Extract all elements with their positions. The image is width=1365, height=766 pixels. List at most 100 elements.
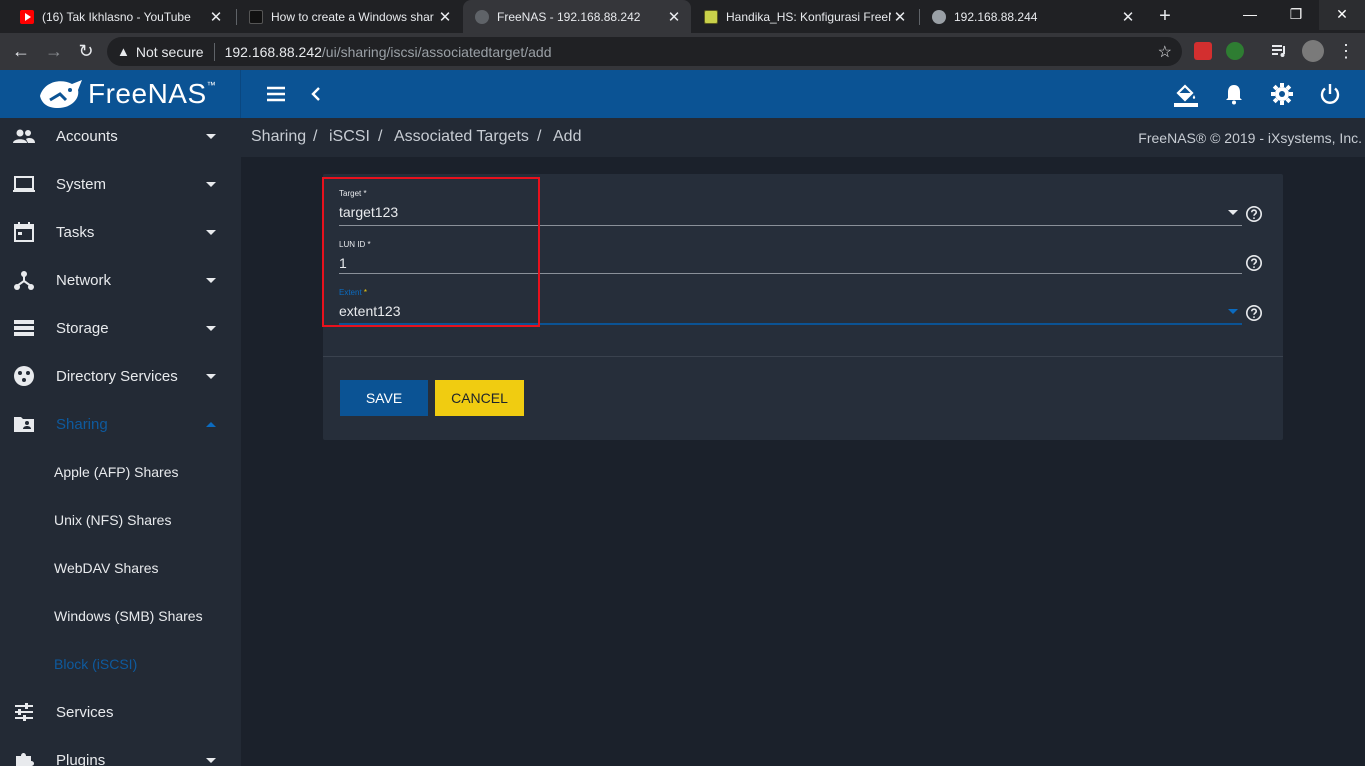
folder-shared-icon [14,417,34,432]
browser-tab-freenas[interactable]: FreeNAS - 192.168.88.242 ✕ [463,0,691,33]
tab-title: (16) Tak Ikhlasno - YouTube [42,9,191,24]
freenas-icon [475,9,489,24]
sidebar-subitem-smb[interactable]: Windows (SMB) Shares [54,608,203,624]
sidebar-item-label: Sharing [56,415,108,433]
breadcrumb: Sharing / iSCSI / Associated Targets / A… [241,118,1365,157]
tab-title: Handika_HS: Konfigurasi FreeN [726,9,891,24]
address-bar[interactable]: ▲ Not secure 192.168.88.242 /ui/sharing/… [107,37,1182,66]
warning-icon[interactable]: ▲ [117,44,130,59]
browser-tab-244[interactable]: 192.168.88.244 ✕ [920,0,1145,33]
save-button[interactable]: SAVE [340,380,428,416]
close-icon[interactable]: ✕ [665,8,683,26]
security-label[interactable]: Not secure [136,44,204,60]
chevron-down-icon [206,133,216,139]
bell-icon[interactable] [1222,82,1246,106]
close-icon[interactable]: ✕ [207,8,225,26]
back-button[interactable]: ← [9,40,33,64]
media-control-icon[interactable] [1270,42,1288,60]
sidebar-item-label: System [56,175,107,193]
freenas-logo[interactable]: FreeNAS ™ [0,70,241,118]
form-divider [323,356,1283,357]
sidebar-item-storage[interactable]: Storage [0,304,241,352]
theme-paint-icon[interactable] [1173,82,1198,107]
browser-tab-howto[interactable]: How to create a Windows shar ✕ [237,0,462,33]
close-icon[interactable]: ✕ [436,8,454,26]
chevron-down-icon [206,229,216,235]
sidebar-item-accounts[interactable]: Accounts [0,118,241,160]
sidebar-item-sharing[interactable]: Sharing [0,400,241,448]
laptop-icon [13,176,35,192]
logo-trademark: ™ [206,80,216,90]
help-icon[interactable] [1245,254,1263,272]
close-icon[interactable]: ✕ [1119,8,1137,26]
people-icon [13,129,35,143]
browser-tab-youtube[interactable]: (16) Tak Ikhlasno - YouTube ✕ [8,0,233,33]
globe-icon [932,9,946,24]
new-tab-button[interactable]: + [1153,5,1177,29]
sidebar-item-label: Services [56,703,114,721]
breadcrumb-sharing[interactable]: Sharing [251,128,306,146]
breadcrumb-separator: / [537,128,542,145]
extension-icon[interactable] [1226,42,1244,60]
video-thumbnail-icon [249,9,263,24]
close-icon[interactable]: ✕ [891,8,909,26]
chevron-down-icon [1228,210,1238,215]
logo-text: FreeNAS [88,78,207,109]
sidebar-item-label: Network [56,271,112,289]
chevron-down-icon [1228,309,1238,314]
sidebar-subitem-nfs[interactable]: Unix (NFS) Shares [54,512,171,528]
sidebar-item-network[interactable]: Network [0,256,241,304]
sidebar-subitem-webdav[interactable]: WebDAV Shares [54,560,159,576]
main-content: Sharing / iSCSI / Associated Targets / A… [241,118,1365,766]
help-icon[interactable] [1245,304,1263,322]
chevron-left-icon[interactable] [304,82,328,106]
breadcrumb-associated-targets[interactable]: Associated Targets [394,128,529,146]
tab-title: 192.168.88.244 [954,9,1038,24]
menu-dots-icon[interactable]: ⋮ [1334,40,1358,64]
browser-toolbar: ← → ↻ ▲ Not secure 192.168.88.242 /ui/sh… [0,33,1365,70]
chevron-down-icon [206,181,216,187]
star-icon[interactable]: ☆ [1158,42,1172,62]
restore-button[interactable]: ❐ [1273,0,1319,30]
sidebar-item-label: Storage [56,319,109,337]
chevron-down-icon [206,373,216,379]
sidebar-item-tasks[interactable]: Tasks [0,208,241,256]
profile-avatar[interactable] [1302,40,1324,62]
calendar-icon [14,222,34,242]
chevron-down-icon [206,325,216,331]
minimize-button[interactable]: — [1227,0,1273,30]
cancel-button[interactable]: CANCEL [435,380,524,416]
reload-button[interactable]: ↻ [74,40,98,64]
sidebar-item-services[interactable]: Services [0,688,241,736]
sidebar-subitem-iscsi[interactable]: Block (iSCSI) [54,656,137,672]
sidebar-item-directory-services[interactable]: Directory Services [0,352,241,400]
copyright-text: FreeNAS® © 2019 - iXsystems, Inc. [1138,130,1362,146]
network-icon [14,271,34,290]
breadcrumb-iscsi[interactable]: iSCSI [329,128,370,146]
app-header: FreeNAS ™ [0,70,1365,118]
forward-button[interactable]: → [42,40,66,64]
browser-tab-handika[interactable]: Handika_HS: Konfigurasi FreeN ✕ [692,0,917,33]
storage-icon [14,320,34,336]
directory-icon [14,366,34,386]
sidebar-item-label: Plugins [56,751,106,766]
url-host: 192.168.88.242 [224,43,322,60]
chevron-down-icon [206,757,216,763]
sidebar-item-system[interactable]: System [0,160,241,208]
sidebar-subitem-afp[interactable]: Apple (AFP) Shares [54,464,179,480]
sidebar-item-plugins[interactable]: Plugins [0,736,241,766]
gear-icon[interactable] [1270,82,1294,106]
puzzle-icon [16,753,34,766]
chevron-down-icon [206,277,216,283]
hamburger-menu-icon[interactable] [264,82,288,106]
omnibox-divider [213,42,215,61]
close-window-button[interactable]: ✕ [1319,0,1365,30]
sidebar-item-label: Directory Services [56,367,178,385]
breadcrumb-separator: / [313,128,318,145]
extension-icon[interactable] [1194,42,1212,60]
blogger-icon [704,9,718,24]
breadcrumb-add: Add [553,128,582,145]
freenas-fish-icon [40,80,82,108]
power-icon[interactable] [1318,82,1342,106]
help-icon[interactable] [1245,205,1263,223]
